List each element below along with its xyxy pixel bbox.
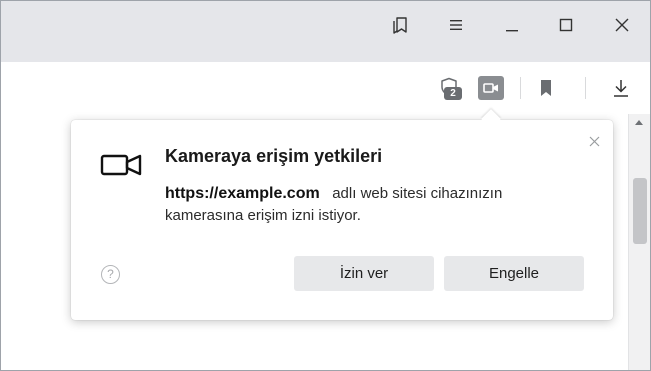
toolbar-divider (520, 77, 521, 99)
message-part2: kamerasına erişim izni istiyor. (165, 207, 361, 224)
protect-badge: 2 (444, 87, 462, 100)
scrollbar[interactable] (628, 114, 650, 370)
minimize-icon[interactable] (496, 9, 528, 41)
popup-title: Kameraya erişim yetkileri (165, 146, 383, 166)
title-bar (1, 1, 650, 62)
block-button[interactable]: Engelle (444, 256, 584, 291)
popup-message: https://example.com adlı web sitesi ciha… (165, 183, 575, 227)
message-part1: adlı web sitesi cihazınızın (332, 185, 503, 202)
video-camera-icon (100, 152, 142, 183)
browser-window: 2 Kameraya erişim yetkileri https://exam… (0, 0, 651, 371)
bookmark-icon[interactable] (534, 76, 558, 100)
help-icon[interactable]: ? (101, 265, 120, 284)
scrollbar-thumb[interactable] (633, 178, 647, 244)
menu-icon[interactable] (440, 9, 472, 41)
collections-icon[interactable] (384, 9, 416, 41)
camera-icon[interactable] (478, 76, 504, 100)
scroll-up-arrow-icon[interactable] (635, 120, 643, 125)
close-icon[interactable] (606, 9, 638, 41)
download-icon[interactable] (609, 76, 633, 100)
toolbar-divider (585, 77, 586, 99)
site-url: https://example.com (165, 185, 320, 202)
maximize-icon[interactable] (550, 9, 582, 41)
popup-close-icon[interactable] (586, 133, 602, 149)
allow-button[interactable]: İzin ver (294, 256, 434, 291)
